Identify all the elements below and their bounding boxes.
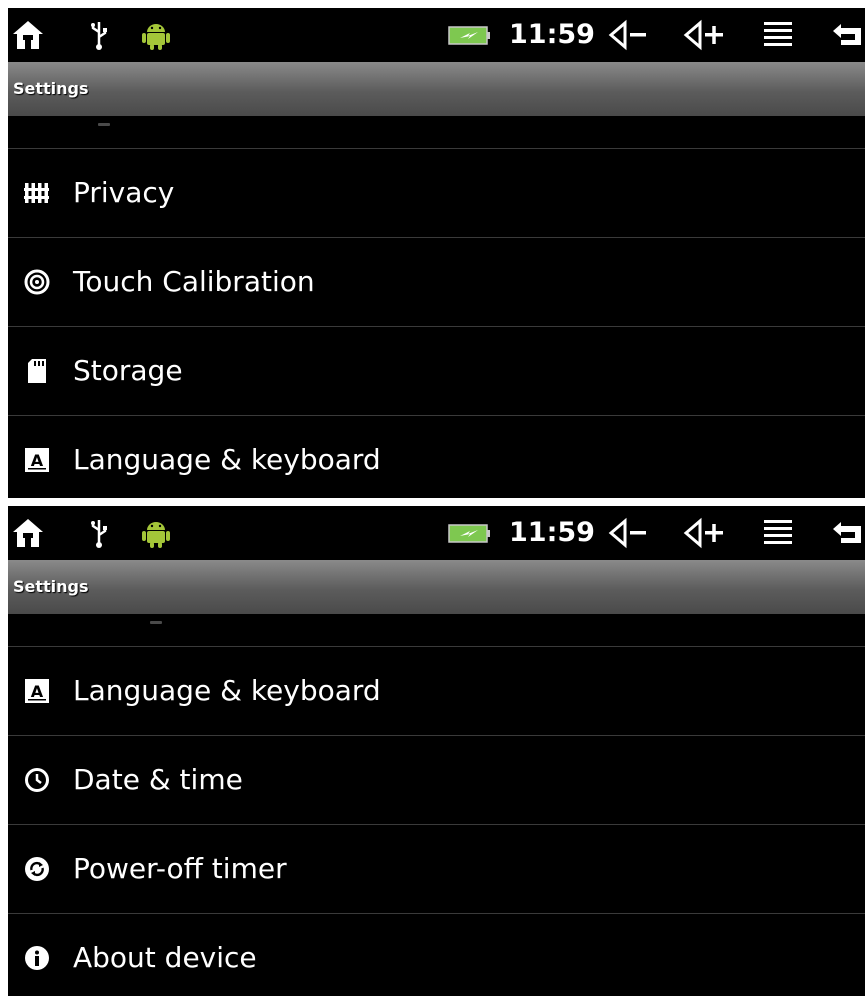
android-debug-icon — [138, 8, 174, 62]
list-item-partial[interactable] — [8, 116, 865, 149]
clock-time: 11:59 — [509, 517, 595, 548]
volume-down-icon[interactable] — [606, 506, 654, 560]
settings-list: A Language & keyboard Date & time Power-… — [8, 614, 865, 996]
home-icon[interactable] — [8, 8, 48, 62]
partial-text-remnant — [150, 621, 162, 624]
list-item-label: Date & time — [73, 763, 243, 796]
home-icon[interactable] — [8, 506, 48, 560]
page-title: Settings — [13, 577, 89, 596]
language-icon: A — [22, 676, 52, 706]
screenshot-top: 11:59 Settings Privacy Touch Calibration… — [8, 8, 865, 498]
svg-text:A: A — [31, 682, 44, 701]
list-item-label: Language & keyboard — [73, 674, 381, 707]
clock-time: 11:59 — [509, 19, 595, 50]
back-icon[interactable] — [830, 506, 865, 560]
sd-card-icon — [22, 356, 52, 386]
list-item-power-off-timer[interactable]: Power-off timer — [8, 825, 865, 914]
list-item-label: Storage — [73, 354, 183, 387]
status-bar: 11:59 — [8, 506, 865, 560]
list-item-partial[interactable] — [8, 614, 865, 647]
list-item-label: About device — [73, 941, 257, 974]
volume-up-icon[interactable] — [680, 506, 730, 560]
title-bar: Settings — [8, 62, 865, 116]
clock-icon — [22, 765, 52, 795]
settings-list: Privacy Touch Calibration Storage A Lang… — [8, 116, 865, 498]
page-title: Settings — [13, 79, 89, 98]
language-icon: A — [22, 445, 52, 475]
menu-icon[interactable] — [760, 506, 796, 560]
menu-icon[interactable] — [760, 8, 796, 62]
volume-down-icon[interactable] — [606, 8, 654, 62]
battery-charging-icon — [448, 506, 490, 560]
usb-icon — [88, 8, 110, 62]
info-icon — [22, 943, 52, 973]
list-item-touch-calibration[interactable]: Touch Calibration — [8, 238, 865, 327]
touch-calibration-icon — [22, 267, 52, 297]
usb-icon — [88, 506, 110, 560]
list-item-storage[interactable]: Storage — [8, 327, 865, 416]
list-item-language-keyboard[interactable]: A Language & keyboard — [8, 416, 865, 498]
screenshot-bottom: 11:59 Settings A Language & keyboard Dat… — [8, 506, 865, 996]
title-bar: Settings — [8, 560, 865, 614]
list-item-label: Touch Calibration — [73, 265, 315, 298]
list-item-privacy[interactable]: Privacy — [8, 149, 865, 238]
back-icon[interactable] — [830, 8, 865, 62]
list-item-label: Privacy — [73, 176, 175, 209]
android-debug-icon — [138, 506, 174, 560]
power-timer-icon — [22, 854, 52, 884]
status-bar: 11:59 — [8, 8, 865, 62]
svg-text:A: A — [31, 451, 44, 470]
list-item-language-keyboard[interactable]: A Language & keyboard — [8, 647, 865, 736]
list-item-about-device[interactable]: About device — [8, 914, 865, 996]
list-item-date-time[interactable]: Date & time — [8, 736, 865, 825]
battery-charging-icon — [448, 8, 490, 62]
privacy-icon — [22, 178, 52, 208]
partial-text-remnant — [98, 123, 110, 126]
list-item-label: Power-off timer — [73, 852, 287, 885]
list-item-label: Language & keyboard — [73, 443, 381, 476]
volume-up-icon[interactable] — [680, 8, 730, 62]
